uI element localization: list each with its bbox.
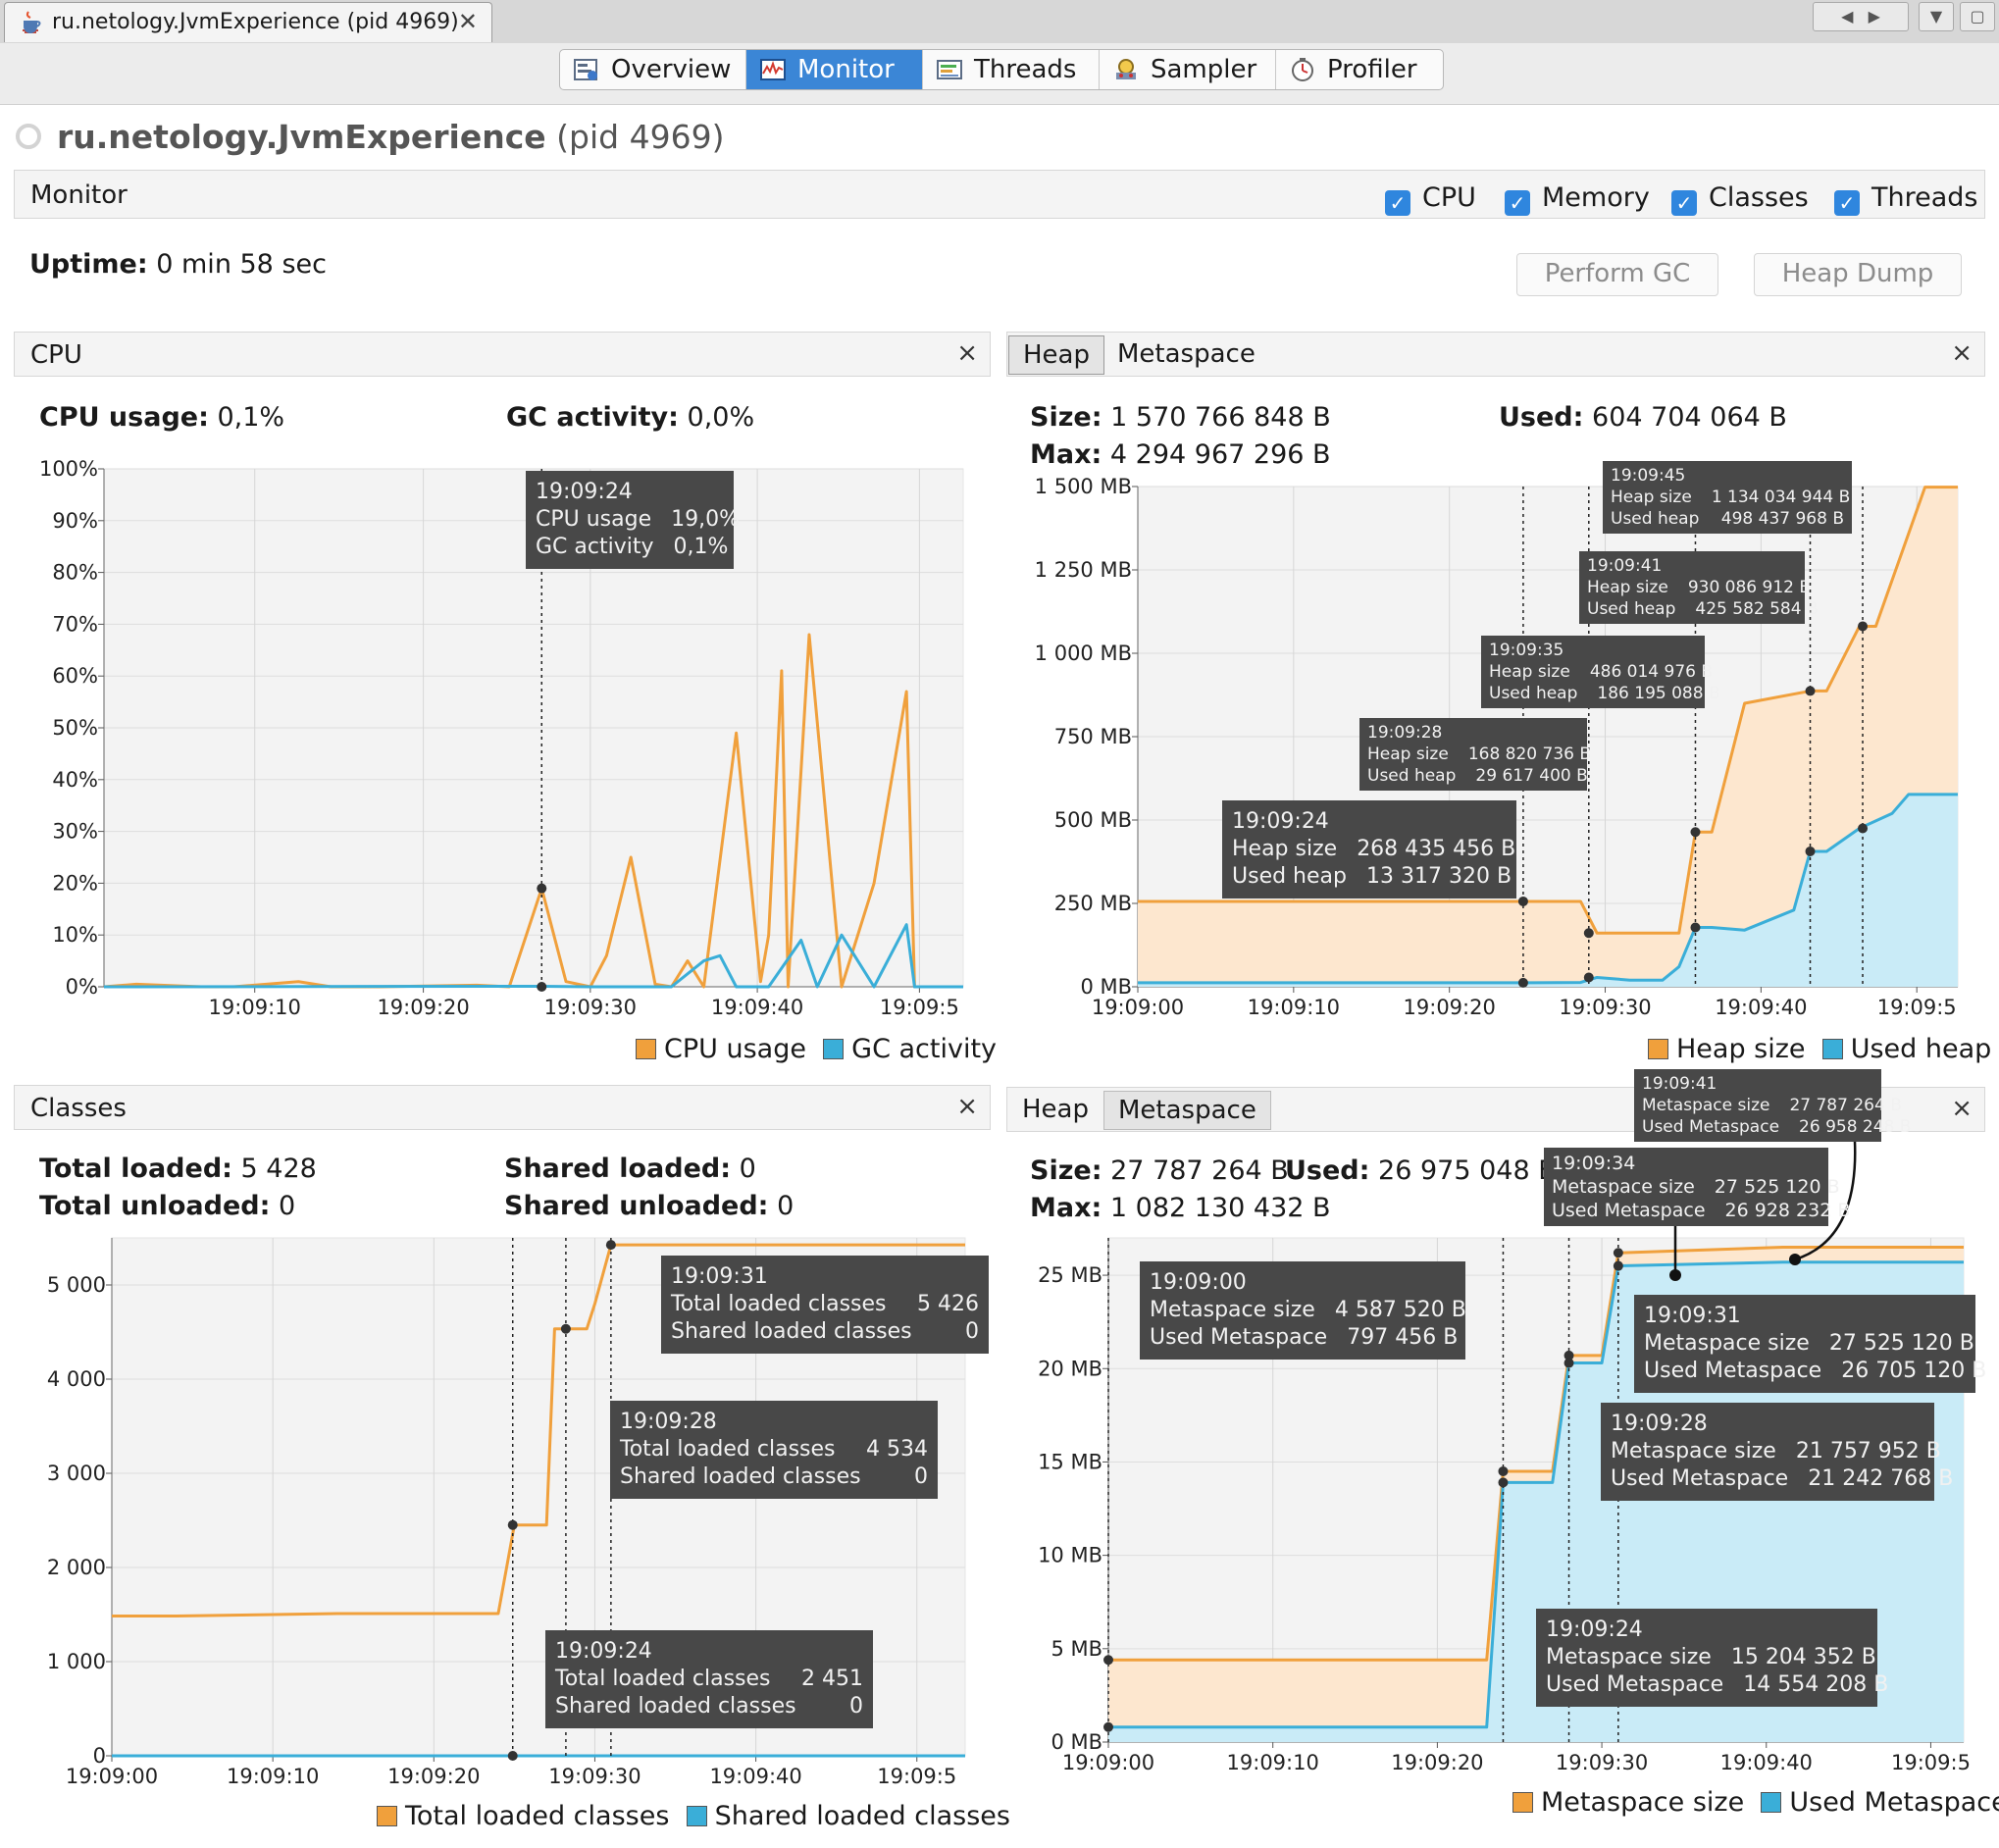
- metaspace-tooltip-value: 15 204 352 B: [1730, 1645, 1876, 1669]
- metaspace-chart: 0 MB5 MB10 MB15 MB20 MB25 MB19:09:00 19:0…: [1038, 1125, 1971, 1774]
- x-tick-label: 19:09:30: [1556, 1751, 1648, 1774]
- hover-marker-dot: [1498, 1465, 1509, 1476]
- hover-marker-dot: [1103, 1655, 1113, 1666]
- metaspace-tooltip-label: Metaspace size: [1546, 1645, 1712, 1669]
- y-tick-label: 10 MB: [1038, 1544, 1102, 1567]
- y-tick-label: 25 MB: [1038, 1263, 1102, 1287]
- metaspace-tooltip-label: Metaspace size: [1644, 1331, 1810, 1356]
- metaspace-tooltip: 19:09:00 Metaspace size 4 587 520 B Used …: [1140, 1261, 1466, 1360]
- metaspace-tooltip-value: 14 554 208 B: [1743, 1672, 1889, 1697]
- metaspace-tooltip-time: 19:09:31: [1644, 1304, 1741, 1328]
- metaspace-tooltip-label: Metaspace size: [1552, 1176, 1695, 1198]
- hover-marker-dot: [1613, 1260, 1623, 1271]
- metaspace-tooltip-value: 27 525 120 B: [1828, 1331, 1974, 1356]
- hover-marker-dot: [1789, 1254, 1801, 1265]
- metaspace-tooltip-label: Used Metaspace: [1552, 1200, 1706, 1221]
- metaspace-tooltip-label: Used Metaspace: [1611, 1466, 1789, 1491]
- metaspace-tooltip-time: 19:09:28: [1611, 1412, 1708, 1436]
- y-tick-label: 20 MB: [1038, 1357, 1102, 1380]
- metaspace-tooltip-time: 19:09:41: [1642, 1074, 1717, 1094]
- hover-marker-dot: [1103, 1721, 1113, 1732]
- metaspace-tooltip: 19:09:24 Metaspace size 15 204 352 B Used…: [1536, 1609, 1888, 1707]
- metaspace-tooltip-time: 19:09:00: [1150, 1270, 1247, 1295]
- metaspace-tooltip: 19:09:34 Metaspace size 27 525 120 B Used…: [1544, 1148, 1850, 1226]
- metaspace-tooltip-label: Used Metaspace: [1644, 1359, 1822, 1383]
- x-tick-label: 19:09:20: [1391, 1751, 1483, 1774]
- legend-swatch: [1761, 1792, 1782, 1813]
- metaspace-tooltip: 19:09:31 Metaspace size 27 525 120 B Used…: [1634, 1295, 1986, 1393]
- metaspace-tooltip-value: 26 928 232 B: [1724, 1200, 1851, 1221]
- metaspace-tooltip-value: 4 587 520 B: [1334, 1298, 1466, 1322]
- metaspace-tooltip-time: 19:09:34: [1552, 1153, 1636, 1174]
- metaspace-legend: Metaspace size Used Metaspace: [1512, 1787, 1999, 1818]
- metaspace-tooltip-label: Metaspace size: [1642, 1096, 1770, 1115]
- metaspace-tooltip-label: Used Metaspace: [1546, 1672, 1724, 1697]
- x-tick-label: 19:09:10: [1227, 1751, 1319, 1774]
- legend-used-metaspace: Used Metaspace: [1789, 1787, 1999, 1818]
- hover-marker-dot: [1613, 1248, 1623, 1258]
- metaspace-tooltip-label: Used Metaspace: [1150, 1325, 1328, 1350]
- hover-marker-dot: [1563, 1358, 1574, 1368]
- y-tick-label: 15 MB: [1038, 1450, 1102, 1473]
- x-tick-label: 19:09:40: [1720, 1751, 1813, 1774]
- metaspace-tooltip-value: 27 787 264 B: [1789, 1096, 1902, 1115]
- hover-marker-dot: [1498, 1477, 1509, 1488]
- legend-metaspace-size: Metaspace size: [1541, 1787, 1745, 1818]
- metaspace-tooltip-value: 797 456 B: [1347, 1325, 1459, 1350]
- metaspace-tooltip-label: Metaspace size: [1611, 1439, 1776, 1463]
- metaspace-tooltip-value: 27 525 120 B: [1714, 1176, 1840, 1198]
- metaspace-tooltip-label: Used Metaspace: [1642, 1117, 1780, 1137]
- metaspace-tooltip-value: 26 705 120 B: [1841, 1359, 1987, 1383]
- metaspace-tooltip-value: 26 958 248 B: [1799, 1117, 1912, 1137]
- x-tick-label: 19:09:5: [1891, 1751, 1971, 1774]
- legend-swatch: [1512, 1792, 1533, 1813]
- metaspace-tooltip: 19:09:41 Metaspace size 27 787 264 B Used…: [1634, 1069, 1911, 1142]
- metaspace-tooltip: 19:09:28 Metaspace size 21 757 952 B Used…: [1601, 1403, 1953, 1501]
- metaspace-tooltip-time: 19:09:24: [1546, 1617, 1643, 1642]
- x-tick-label: 19:09:00: [1062, 1751, 1154, 1774]
- y-tick-label: 5 MB: [1051, 1637, 1102, 1661]
- hover-marker-dot: [1669, 1269, 1681, 1281]
- metaspace-tooltip-value: 21 757 952 B: [1795, 1439, 1941, 1463]
- metaspace-tooltip-value: 21 242 768 B: [1808, 1466, 1954, 1491]
- metaspace-tooltip-label: Metaspace size: [1150, 1298, 1315, 1322]
